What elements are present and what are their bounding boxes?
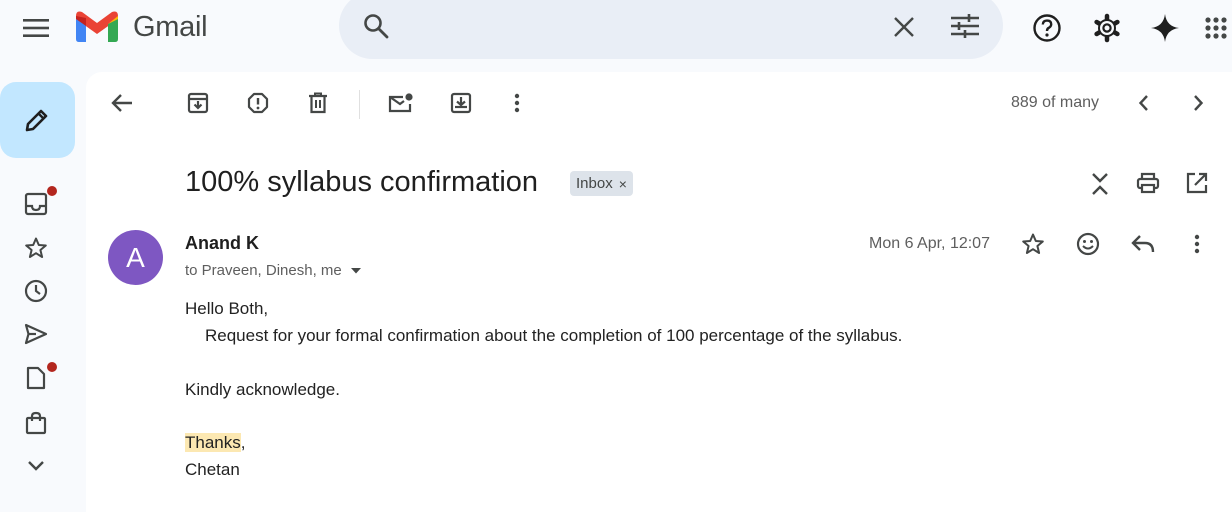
email-subject: 100% syllabus confirmation [185,166,539,198]
message-panel [86,72,1232,512]
inbox-notification-dot [47,186,57,196]
mark-unread-button[interactable] [381,83,421,123]
clear-search-icon [894,17,914,37]
recipient-details-button[interactable] [350,267,362,275]
star-icon [1022,233,1044,254]
draft-icon [26,366,46,390]
delete-icon [309,92,327,114]
app-name: Gmail [133,11,208,43]
gemini-icon [1151,14,1179,42]
message-counter: 889 of many [1011,94,1100,111]
gmail-logo[interactable] [76,10,118,42]
recipients-line: to Praveen, Dinesh, me [185,262,362,279]
print-icon [1136,172,1160,194]
body-acknowledge: Kindly acknowledge. [185,380,340,399]
report-spam-icon [247,92,269,114]
search-options-icon [951,14,979,38]
body-request: Request for your formal confirmation abo… [205,326,903,345]
open-new-window-icon [1186,172,1208,194]
archive-icon [187,92,209,114]
nav-purchases[interactable] [16,403,56,443]
nav-snoozed[interactable] [16,271,56,311]
newer-button[interactable] [1124,83,1164,123]
google-apps-button[interactable] [1204,12,1232,44]
message-date: Mon 6 Apr, 12:07 [869,235,990,252]
open-new-window-button[interactable] [1177,163,1217,203]
star-icon [25,237,47,258]
nav-sent[interactable] [16,314,56,354]
star-message-button[interactable] [1013,224,1053,264]
body-greeting: Hello Both, [185,299,269,318]
back-arrow-icon [111,94,132,112]
search-options-button[interactable] [944,6,986,46]
message-more-button[interactable] [1177,224,1217,264]
more-options-button[interactable] [497,83,537,123]
move-to-icon [450,92,472,114]
print-button[interactable] [1128,163,1168,203]
main-menu-button[interactable] [16,8,56,48]
drafts-notification-dot [47,362,57,372]
clear-search-button[interactable] [884,7,924,47]
body-thanks-highlighted: Thanks [185,433,241,452]
move-to-button[interactable] [441,83,481,123]
search-icon [364,14,389,39]
compose-button[interactable] [0,82,75,158]
menu-icon [23,19,49,37]
gmail-logo-icon [76,11,118,42]
remove-label-icon[interactable]: × [619,176,627,192]
more-vert-icon [1194,234,1200,254]
archive-button[interactable] [178,83,218,123]
label-chip-text: Inbox [576,175,613,192]
report-spam-button[interactable] [238,83,278,123]
inbox-icon [24,192,48,216]
body-thanks-line: Thanks, [185,433,245,453]
label-chip-inbox[interactable]: Inbox × [570,171,633,196]
reply-button[interactable] [1123,224,1163,264]
sender-name[interactable]: Anand K [185,233,259,254]
back-button[interactable] [102,83,142,123]
compose-pencil-icon [25,109,48,132]
nav-more[interactable] [16,446,56,486]
search-button[interactable] [356,6,396,46]
send-icon [24,323,48,345]
body-signature: Chetan [185,460,240,479]
nav-starred[interactable] [16,228,56,268]
shopping-bag-icon [25,411,47,435]
emoji-icon [1076,232,1100,256]
recipients-text: to Praveen, Dinesh, me [185,262,342,279]
delete-button[interactable] [298,83,338,123]
gemini-button[interactable] [1144,7,1186,49]
toolbar-divider [359,90,360,119]
chevron-down-icon [28,461,44,471]
prev-icon [1138,95,1148,111]
older-button[interactable] [1178,83,1218,123]
body-thanks-comma: , [240,433,246,452]
add-reaction-button[interactable] [1068,224,1108,264]
clock-icon [24,279,48,303]
settings-button[interactable] [1086,7,1128,49]
apps-grid-icon [1205,17,1227,39]
help-button[interactable] [1026,7,1068,49]
reply-icon [1131,235,1155,253]
mark-unread-icon [388,93,413,113]
caret-down-icon [350,267,361,273]
next-icon [1194,95,1204,111]
help-icon [1033,14,1061,42]
sender-avatar[interactable]: A [108,230,163,285]
expand-collapse-icon [1092,173,1108,195]
expand-all-button[interactable] [1080,164,1120,204]
more-vert-icon [514,93,520,113]
settings-icon [1094,13,1120,43]
